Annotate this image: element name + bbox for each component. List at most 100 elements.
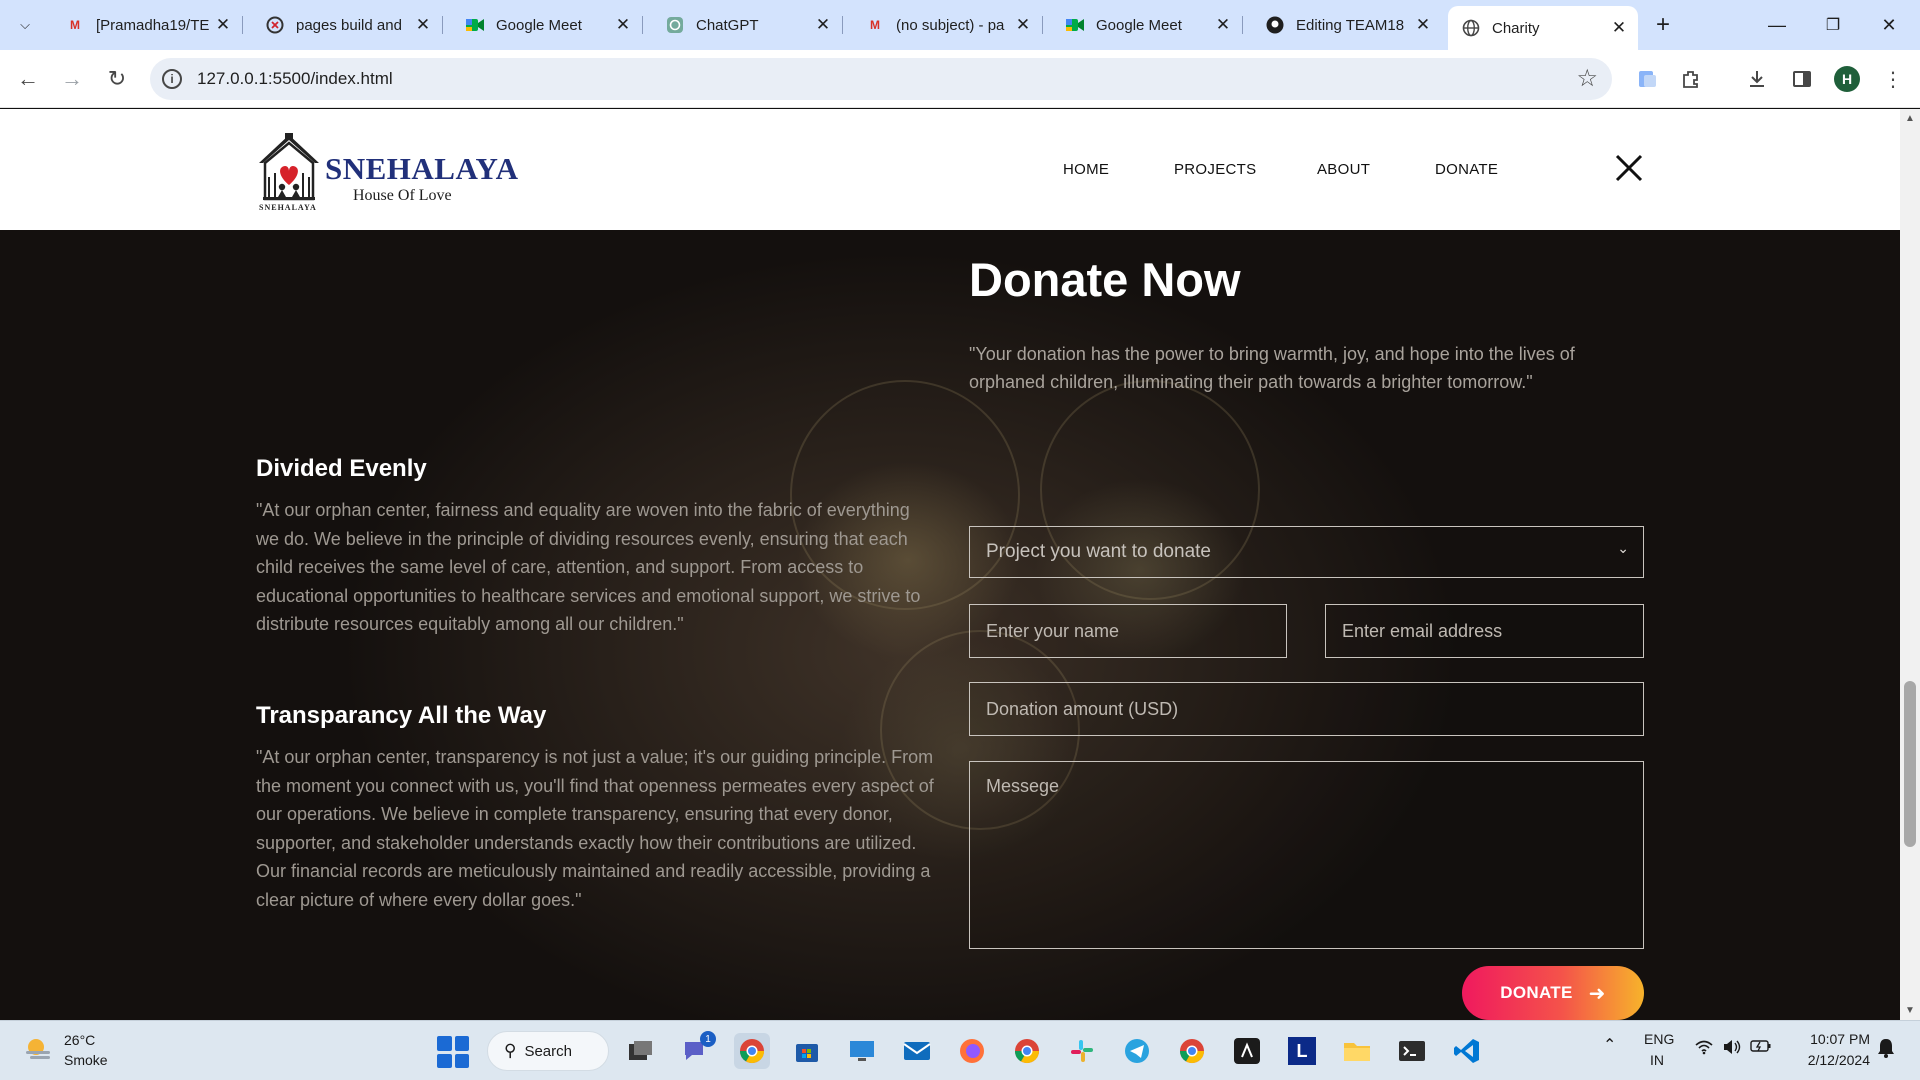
tab-title: Google Meet: [496, 16, 582, 34]
extension-puzzle-icon[interactable]: [1633, 64, 1663, 94]
l-app-letter: L: [1288, 1037, 1316, 1065]
telegram-icon[interactable]: [1119, 1033, 1155, 1069]
close-tab-icon[interactable]: ✕: [1412, 14, 1434, 36]
message-textarea[interactable]: [969, 761, 1644, 949]
site-info-icon[interactable]: i: [162, 69, 182, 89]
tab-title: pages build and: [296, 16, 402, 34]
donation-amount-input[interactable]: [969, 682, 1644, 736]
side-panel-icon[interactable]: [1787, 64, 1817, 94]
tab-gmail-2[interactable]: M (no subject) - pa ✕: [852, 8, 1043, 42]
restore-button[interactable]: ❐: [1818, 10, 1848, 40]
chrome-alt-icon[interactable]: [1174, 1033, 1210, 1069]
chrome-profile-icon[interactable]: [1009, 1033, 1045, 1069]
tab-google-meet-2[interactable]: Google Meet ✕: [1052, 8, 1243, 42]
url-text[interactable]: 127.0.0.1:5500/index.html: [197, 69, 393, 89]
close-tab-icon[interactable]: ✕: [412, 14, 434, 36]
weather-icon[interactable]: [22, 1033, 54, 1065]
house-logo-icon: [259, 133, 319, 201]
weather-temperature: 26°C: [64, 1032, 96, 1048]
close-tab-icon[interactable]: ✕: [212, 14, 234, 36]
tab-chatgpt[interactable]: ChatGPT ✕: [652, 8, 843, 42]
close-window-button[interactable]: ✕: [1874, 10, 1904, 40]
close-tab-icon[interactable]: ✕: [1012, 14, 1034, 36]
battery-icon[interactable]: [1750, 1039, 1772, 1056]
feature-text-transparency: "At our orphan center, transparency is n…: [256, 747, 934, 910]
nav-home[interactable]: HOME: [1063, 161, 1109, 178]
tab-title: Charity: [1492, 19, 1540, 37]
language-bottom[interactable]: IN: [1650, 1052, 1664, 1068]
tab-gmail-1[interactable]: M [Pramadha19/TE ✕: [52, 8, 243, 42]
email-input[interactable]: [1325, 604, 1644, 658]
name-input[interactable]: [969, 604, 1287, 658]
github-actions-icon: [266, 16, 284, 34]
language-top[interactable]: ENG: [1644, 1031, 1674, 1047]
feature-text-divided-evenly: "At our orphan center, fairness and equa…: [256, 500, 921, 634]
donate-submit-button[interactable]: DONATE ➜: [1462, 966, 1644, 1020]
terminal-icon[interactable]: [1394, 1033, 1430, 1069]
remote-desktop-icon[interactable]: [844, 1033, 880, 1069]
nav-about[interactable]: ABOUT: [1317, 161, 1370, 178]
close-tab-icon[interactable]: ✕: [1212, 14, 1234, 36]
tab-github-editing[interactable]: Editing TEAM18 ✕: [1252, 8, 1442, 42]
chrome-taskbar-icon[interactable]: [734, 1033, 770, 1069]
google-meet-icon: [466, 16, 484, 34]
taskbar-search[interactable]: ⚲ Search: [487, 1031, 609, 1071]
tab-search-button[interactable]: ⌵: [12, 12, 38, 38]
windows-start-icon[interactable]: [437, 1036, 469, 1068]
nav-donate[interactable]: DONATE: [1435, 161, 1498, 178]
bookmark-star-icon[interactable]: ☆: [1576, 64, 1598, 93]
new-tab-button[interactable]: +: [1650, 11, 1676, 38]
teams-chat-icon[interactable]: 1: [678, 1031, 716, 1069]
profile-avatar[interactable]: H: [1834, 66, 1860, 92]
close-tab-icon[interactable]: ✕: [1608, 17, 1630, 39]
donate-section: Donate Now "Your donation has the power …: [0, 230, 1900, 1020]
tab-title: Google Meet: [1096, 16, 1182, 34]
code-editor-icon[interactable]: [1229, 1033, 1265, 1069]
close-tab-icon[interactable]: ✕: [812, 14, 834, 36]
wifi-icon[interactable]: [1694, 1039, 1714, 1060]
nav-projects[interactable]: PROJECTS: [1174, 161, 1256, 178]
back-button[interactable]: ←: [12, 63, 44, 95]
chrome-menu-icon[interactable]: ⋮: [1878, 64, 1908, 94]
taskbar-search-label: Search: [524, 1042, 572, 1060]
notification-bell-icon[interactable]: [1876, 1037, 1896, 1062]
forward-button[interactable]: →: [56, 63, 88, 95]
tab-google-meet-1[interactable]: Google Meet ✕: [452, 8, 643, 42]
vscode-icon[interactable]: [1449, 1033, 1485, 1069]
clock-time[interactable]: 10:07 PM: [1800, 1031, 1870, 1047]
logo-brand-text: SNEHALAYA: [325, 151, 519, 186]
chatgpt-icon: [666, 16, 684, 34]
downloads-icon[interactable]: [1742, 64, 1772, 94]
firefox-icon[interactable]: [954, 1033, 990, 1069]
close-menu-icon[interactable]: [1612, 151, 1646, 185]
gmail-icon: M: [70, 18, 80, 32]
address-bar[interactable]: i 127.0.0.1:5500/index.html ☆: [150, 58, 1612, 100]
tab-charity[interactable]: Charity ✕: [1448, 6, 1638, 50]
project-select-value: Project you want to donate: [986, 541, 1211, 562]
mail-icon[interactable]: [899, 1033, 935, 1069]
project-select[interactable]: Project you want to donate ⌄: [969, 526, 1644, 578]
tab-title: ChatGPT: [696, 16, 759, 34]
microsoft-store-icon[interactable]: [789, 1033, 825, 1069]
extensions-icon[interactable]: [1676, 64, 1706, 94]
close-tab-icon[interactable]: ✕: [612, 14, 634, 36]
scroll-down-arrow-icon[interactable]: ▼: [1905, 1005, 1915, 1016]
slack-icon[interactable]: [1064, 1033, 1100, 1069]
donate-quote: "Your donation has the power to bring wa…: [969, 344, 1575, 392]
page-scrollbar[interactable]: ▲ ▼: [1900, 109, 1920, 1020]
scroll-up-arrow-icon[interactable]: ▲: [1905, 113, 1915, 124]
l-app-icon[interactable]: L: [1284, 1033, 1320, 1069]
minimize-button[interactable]: —: [1762, 10, 1792, 40]
tab-github-actions[interactable]: pages build and ✕: [252, 8, 443, 42]
reload-button[interactable]: ↻: [101, 63, 133, 95]
tab-title: [Pramadha19/TE: [96, 16, 210, 34]
scrollbar-thumb[interactable]: [1904, 681, 1916, 847]
task-view-icon[interactable]: [623, 1033, 659, 1069]
volume-icon[interactable]: [1722, 1039, 1742, 1058]
show-hidden-icons-chevron-icon[interactable]: ⌃: [1603, 1035, 1616, 1055]
clock-date[interactable]: 2/12/2024: [1796, 1052, 1870, 1068]
feature-title-transparency: Transparancy All the Way: [256, 702, 547, 729]
file-explorer-icon[interactable]: [1339, 1033, 1375, 1069]
site-logo[interactable]: SNEHALAYA House Of Love SNEHALAYA: [255, 133, 519, 213]
google-meet-icon: [1066, 16, 1084, 34]
